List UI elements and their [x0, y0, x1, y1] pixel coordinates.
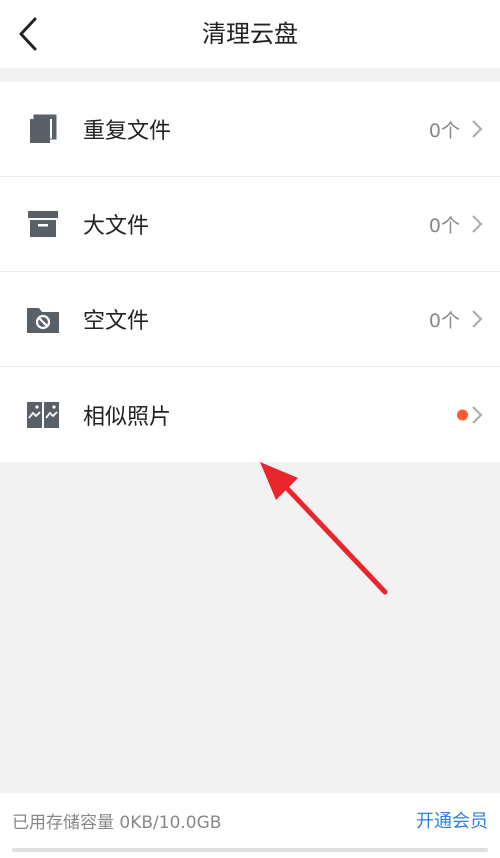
similar-photos-icon: [26, 398, 60, 432]
new-badge-dot: [457, 409, 468, 420]
storage-progress-bar: [12, 848, 488, 852]
list-item-count: 0个: [428, 309, 460, 332]
list-item-count: 0个: [428, 214, 460, 237]
page-title: 清理云盘: [202, 20, 298, 48]
chevron-right-icon: [472, 310, 483, 328]
header-bar: 清理云盘: [0, 0, 500, 68]
chevron-right-icon: [472, 215, 483, 233]
cleanup-list: 重复文件 0个 大文件 0个 空文件 0个 相似照片: [0, 82, 500, 462]
list-item-empty-files[interactable]: 空文件 0个: [0, 272, 500, 367]
list-item-duplicate-files[interactable]: 重复文件 0个: [0, 82, 500, 177]
chevron-right-icon: [472, 405, 483, 424]
chevron-right-icon: [472, 120, 483, 138]
list-item-label: 重复文件: [83, 119, 172, 144]
list-item-label: 大文件: [83, 214, 150, 239]
storage-usage-text: 已用存储容量 0KB/10.0GB: [12, 813, 222, 833]
empty-folder-icon: [26, 302, 60, 336]
list-item-similar-photos[interactable]: 相似照片: [0, 367, 500, 462]
list-item-large-files[interactable]: 大文件 0个: [0, 177, 500, 272]
list-item-label: 相似照片: [83, 404, 172, 430]
archive-box-icon: [26, 207, 60, 241]
duplicate-files-icon: [26, 112, 60, 146]
list-item-label: 空文件: [83, 309, 150, 334]
open-vip-link[interactable]: 开通会员: [416, 807, 488, 833]
list-item-count: 0个: [428, 119, 460, 142]
